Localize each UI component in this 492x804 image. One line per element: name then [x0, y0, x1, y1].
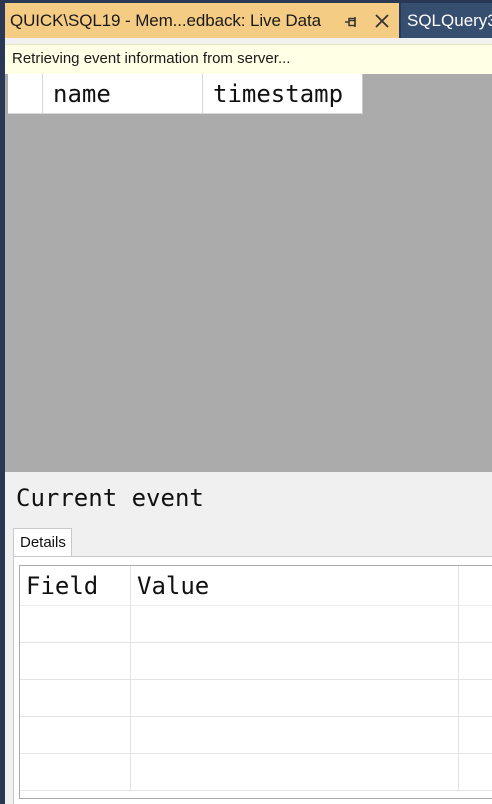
table-cell [131, 680, 459, 717]
details-grid-header: Field Value [20, 566, 492, 606]
table-row[interactable] [20, 680, 492, 717]
table-row[interactable] [20, 754, 492, 791]
details-grid[interactable]: Field Value [19, 565, 492, 799]
table-cell [459, 680, 492, 717]
tab-sqlquery-label: SQLQuery3 [407, 11, 492, 30]
table-row[interactable] [20, 606, 492, 643]
column-header-timestamp[interactable]: timestamp [203, 74, 363, 114]
event-grid-header: name timestamp [8, 74, 363, 114]
tab-title: QUICK\SQL19 - Mem...edback: Live Data [10, 11, 321, 30]
table-cell [131, 606, 459, 643]
current-event-title: Current event [16, 484, 204, 512]
column-header-extra [459, 566, 492, 606]
tab-sqlquery[interactable]: SQLQuery3 [401, 3, 492, 38]
status-bar: Retrieving event information from server… [5, 44, 492, 75]
row-selector-header[interactable] [8, 74, 43, 114]
table-cell [459, 754, 492, 791]
close-icon[interactable] [372, 11, 392, 31]
table-cell [459, 606, 492, 643]
column-header-name[interactable]: name [43, 74, 203, 114]
tab-live-data[interactable]: QUICK\SQL19 - Mem...edback: Live Data [5, 3, 399, 38]
table-cell [131, 643, 459, 680]
details-panel: Field Value [13, 556, 492, 804]
table-row[interactable] [20, 717, 492, 754]
live-data-panel: Retrieving event information from server… [5, 38, 492, 804]
table-cell [20, 680, 131, 717]
table-cell [131, 717, 459, 754]
table-cell [20, 754, 131, 791]
column-header-field[interactable]: Field [20, 566, 131, 606]
table-cell [459, 643, 492, 680]
column-header-value[interactable]: Value [131, 566, 459, 606]
table-cell [20, 606, 131, 643]
table-row[interactable] [20, 643, 492, 680]
tab-details[interactable]: Details [13, 528, 72, 557]
table-cell [459, 717, 492, 754]
table-cell [20, 717, 131, 754]
status-message: Retrieving event information from server… [12, 50, 291, 67]
table-cell [131, 754, 459, 791]
pin-icon[interactable] [343, 14, 359, 30]
table-cell [20, 643, 131, 680]
event-grid[interactable]: name timestamp [5, 74, 492, 472]
tab-details-label: Details [20, 534, 66, 551]
document-tab-bar: QUICK\SQL19 - Mem...edback: Live Data SQ… [5, 0, 492, 38]
